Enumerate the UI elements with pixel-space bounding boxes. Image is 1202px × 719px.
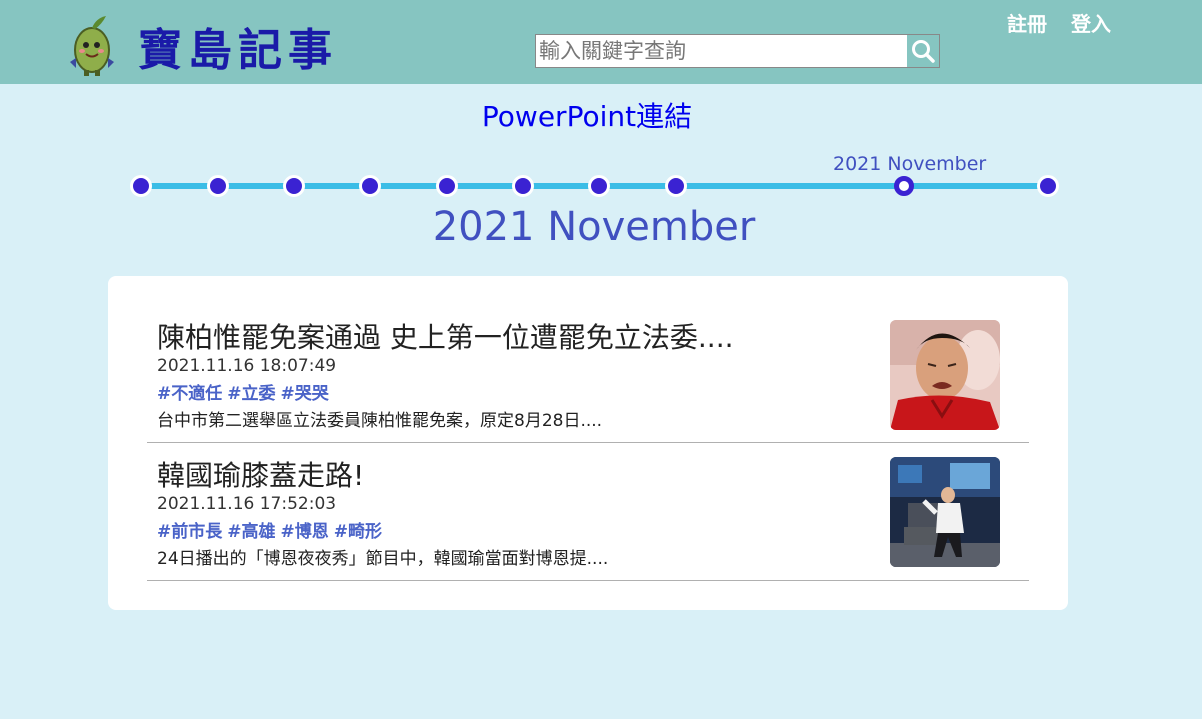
site-brand[interactable]: 寶島記事 — [138, 14, 338, 78]
month-title: 2021 November — [432, 204, 756, 250]
tag-link[interactable]: #前市長 — [157, 522, 222, 542]
tag-link[interactable]: #哭哭 — [281, 384, 329, 404]
timeline-dot[interactable] — [207, 175, 229, 197]
article-item[interactable]: 陳柏惟罷免案通過 史上第一位遭罷免立法委.... 2021.11.16 18:0… — [147, 305, 1029, 443]
search-button[interactable] — [907, 35, 939, 67]
article-tags: #前市長 #高雄 #博恩 #畸形 — [157, 517, 387, 542]
timeline-dot[interactable] — [436, 175, 458, 197]
article-thumbnail[interactable] — [890, 320, 1000, 430]
article-tags: #不適任 #立委 #哭哭 — [157, 379, 334, 404]
timeline-dot[interactable] — [588, 175, 610, 197]
tag-link[interactable]: #立委 — [227, 384, 275, 404]
header: 寶島記事 註冊 登入 — [0, 0, 1202, 84]
article-list: 陳柏惟罷免案通過 史上第一位遭罷免立法委.... 2021.11.16 18:0… — [108, 276, 1068, 610]
article-thumbnail-image — [890, 320, 1000, 430]
timeline-dot[interactable] — [283, 175, 305, 197]
timeline-dot[interactable] — [130, 175, 152, 197]
search-input[interactable] — [536, 35, 908, 67]
search-bar — [535, 34, 940, 68]
article-thumbnail[interactable] — [890, 457, 1000, 567]
article-item[interactable]: 韓國瑜膝蓋走路! 2021.11.16 17:52:03 #前市長 #高雄 #博恩 #… — [147, 443, 1029, 581]
tag-link[interactable]: #畸形 — [334, 522, 382, 542]
tag-link[interactable]: #不適任 — [157, 384, 222, 404]
article-datetime: 2021.11.16 17:52:03 — [157, 494, 337, 514]
timeline-dot[interactable] — [1037, 175, 1059, 197]
search-icon — [912, 40, 935, 63]
powerpoint-link[interactable]: PowerPoint連結 — [0, 95, 1174, 135]
timeline-dot-current[interactable] — [894, 176, 914, 196]
timeline-dot[interactable] — [512, 175, 534, 197]
timeline-dot[interactable] — [359, 175, 381, 197]
register-link[interactable]: 註冊 — [1007, 8, 1047, 37]
timeline-dot[interactable] — [665, 175, 687, 197]
article-summary: 24日播出的「博恩夜夜秀」節目中，韓國瑜當面對博恩提.... — [157, 549, 609, 569]
article-title[interactable]: 陳柏惟罷免案通過 史上第一位遭罷免立法委.... — [157, 316, 734, 356]
tag-link[interactable]: #博恩 — [281, 522, 329, 542]
article-thumbnail-image — [890, 457, 1000, 567]
timeline-current-label: 2021 November — [833, 153, 987, 175]
timeline: 2021 November — [130, 150, 1070, 210]
article-datetime: 2021.11.16 18:07:49 — [157, 356, 337, 376]
article-summary: 台中市第二選舉區立法委員陳柏惟罷免案，原定8月28日.... — [157, 411, 603, 431]
logo-mascot-icon[interactable] — [62, 12, 122, 78]
tag-link[interactable]: #高雄 — [227, 522, 275, 542]
login-link[interactable]: 登入 — [1071, 8, 1111, 37]
article-title[interactable]: 韓國瑜膝蓋走路! — [157, 454, 364, 494]
